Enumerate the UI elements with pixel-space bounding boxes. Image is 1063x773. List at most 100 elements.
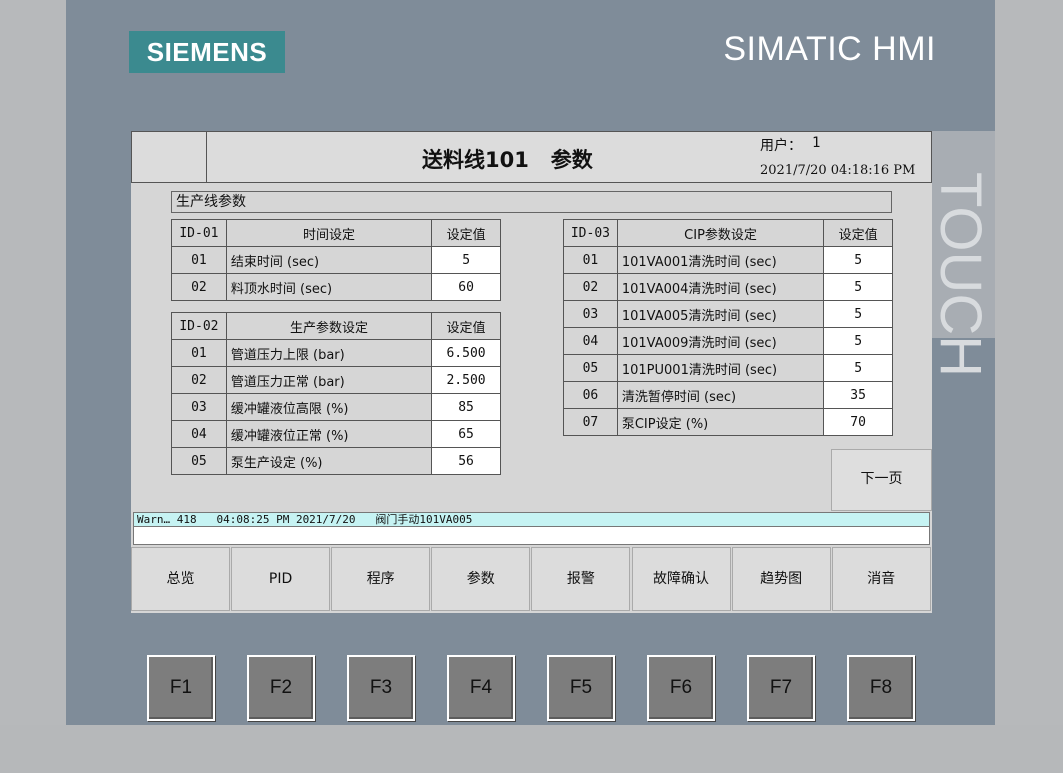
function-key-f8[interactable]: F8 [847,655,915,721]
row-label: 管道压力上限 (bar) [225,339,433,367]
title-left-cell [132,132,207,182]
title-bar: 送料线101 参数 用户： 1 2021/7/20 04:18:16 PM [131,131,932,183]
table-row: 04 缓冲罐液位正常 (%) 65 [171,420,501,448]
table-row: 04 101VA009清洗时间 (sec) 5 [563,327,893,355]
setpoint-value[interactable]: 5 [431,246,501,274]
cip-settings-table: ID-03 CIP参数设定 设定值 01 101VA001清洗时间 (sec) 5 02 10… [563,219,893,436]
setpoint-value[interactable]: 85 [431,393,501,421]
function-key-f6[interactable]: F6 [647,655,715,721]
row-id: 02 [563,273,618,301]
row-id: 01 [171,246,227,274]
row-id: 07 [563,408,618,436]
siemens-logo: SIEMENS [129,31,285,73]
table-row: 06 清洗暂停时间 (sec) 35 [563,381,893,409]
nav-button[interactable]: 参数 [431,547,531,611]
table-row: 02 管道压力正常 (bar) 2.500 [171,366,501,394]
user-value: 1 [812,135,821,151]
nav-button[interactable]: 消音 [831,547,931,611]
table-row: 01 管道压力上限 (bar) 6.500 [171,339,501,367]
touch-label: TOUCH [928,172,993,378]
row-label: 结束时间 (sec) [225,246,433,274]
setpoint-value[interactable]: 5 [823,300,893,328]
table-header-cell: ID-01 [171,219,227,247]
function-key-f1[interactable]: F1 [147,655,215,721]
row-id: 01 [171,339,227,367]
row-id: 03 [563,300,618,328]
alarm-line[interactable]: Warn… 418 04:08:25 PM 2021/7/20 阀门手动101V… [133,512,930,527]
setpoint-value[interactable]: 6.500 [431,339,501,367]
function-key-f3[interactable]: F3 [347,655,415,721]
row-label: 管道压力正常 (bar) [225,366,433,394]
nav-button[interactable]: 报警 [531,547,631,611]
setpoint-value[interactable]: 56 [431,447,501,475]
table-row: 05 泵生产设定 (%) 56 [171,447,501,475]
nav-button[interactable]: 故障确认 [631,547,731,611]
product-name: SIMATIC HMI [723,30,936,68]
row-label: 泵CIP设定 (%) [616,408,825,436]
function-key-f4[interactable]: F4 [447,655,515,721]
nav-button[interactable]: 趋势图 [731,547,831,611]
setpoint-value[interactable]: 5 [823,354,893,382]
next-page-button[interactable]: 下一页 [831,449,932,511]
table-row: 03 缓冲罐液位高限 (%) 85 [171,393,501,421]
table-row: 03 101VA005清洗时间 (sec) 5 [563,300,893,328]
row-label: 料顶水时间 (sec) [225,273,433,301]
bezel-left [0,0,66,725]
row-label: 101VA004清洗时间 (sec) [616,273,825,301]
row-id: 06 [563,381,618,409]
row-id: 01 [563,246,618,274]
nav-button[interactable]: 总览 [131,547,230,611]
row-label: 泵生产设定 (%) [225,447,433,475]
table-row: 02 101VA004清洗时间 (sec) 5 [563,273,893,301]
page-title: 送料线101 参数 [422,148,593,172]
table-header-cell: ID-03 [563,219,618,247]
setpoint-value[interactable]: 65 [431,420,501,448]
row-label: 101VA001清洗时间 (sec) [616,246,825,274]
row-label: 缓冲罐液位高限 (%) [225,393,433,421]
table-header-cell: 时间设定 [225,219,433,247]
datetime: 2021/7/20 04:18:16 PM [760,163,916,178]
table-row: 01 101VA001清洗时间 (sec) 5 [563,246,893,274]
setpoint-value[interactable]: 5 [823,273,893,301]
setpoint-value[interactable]: 60 [431,273,501,301]
function-key-f2[interactable]: F2 [247,655,315,721]
function-key-f7[interactable]: F7 [747,655,815,721]
row-label: 101PU001清洗时间 (sec) [616,354,825,382]
nav-bar: 总览 PID 程序 参数 报警 故障确认 趋势图 消音 [131,547,932,611]
hmi-screen: 送料线101 参数 用户： 1 2021/7/20 04:18:16 PM 生产… [131,131,932,613]
section-title: 生产线参数 [171,191,892,213]
production-settings-table: ID-02 生产参数设定 设定值 01 管道压力上限 (bar) 6.500 02 管道压力正… [171,312,501,475]
table-header-cell: 设定值 [431,312,501,340]
table-row: 05 101PU001清洗时间 (sec) 5 [563,354,893,382]
bezel-right [995,0,1063,725]
table-header-cell: ID-02 [171,312,227,340]
row-id: 02 [171,273,227,301]
table-header-cell: CIP参数设定 [616,219,825,247]
row-id: 02 [171,366,227,394]
setpoint-value[interactable]: 5 [823,246,893,274]
table-header-cell: 生产参数设定 [225,312,433,340]
setpoint-value[interactable]: 2.500 [431,366,501,394]
setpoint-value[interactable]: 70 [823,408,893,436]
row-id: 03 [171,393,227,421]
row-id: 05 [171,447,227,475]
row-label: 101VA009清洗时间 (sec) [616,327,825,355]
alarm-line-empty [133,527,930,545]
nav-button[interactable]: 程序 [331,547,431,611]
user-label: 用户： [760,138,802,154]
table-header-row: ID-01 时间设定 设定值 [171,219,501,247]
row-id: 04 [563,327,618,355]
row-id: 04 [171,420,227,448]
setpoint-value[interactable]: 5 [823,327,893,355]
table-header-cell: 设定值 [823,219,893,247]
nav-button[interactable]: PID [231,547,331,611]
row-label: 101VA005清洗时间 (sec) [616,300,825,328]
table-header-row: ID-03 CIP参数设定 设定值 [563,219,893,247]
table-row: 07 泵CIP设定 (%) 70 [563,408,893,436]
function-key-f5[interactable]: F5 [547,655,615,721]
bezel-bottom [0,725,1063,773]
table-row: 02 料顶水时间 (sec) 60 [171,273,501,301]
table-header-cell: 设定值 [431,219,501,247]
setpoint-value[interactable]: 35 [823,381,893,409]
row-label: 缓冲罐液位正常 (%) [225,420,433,448]
